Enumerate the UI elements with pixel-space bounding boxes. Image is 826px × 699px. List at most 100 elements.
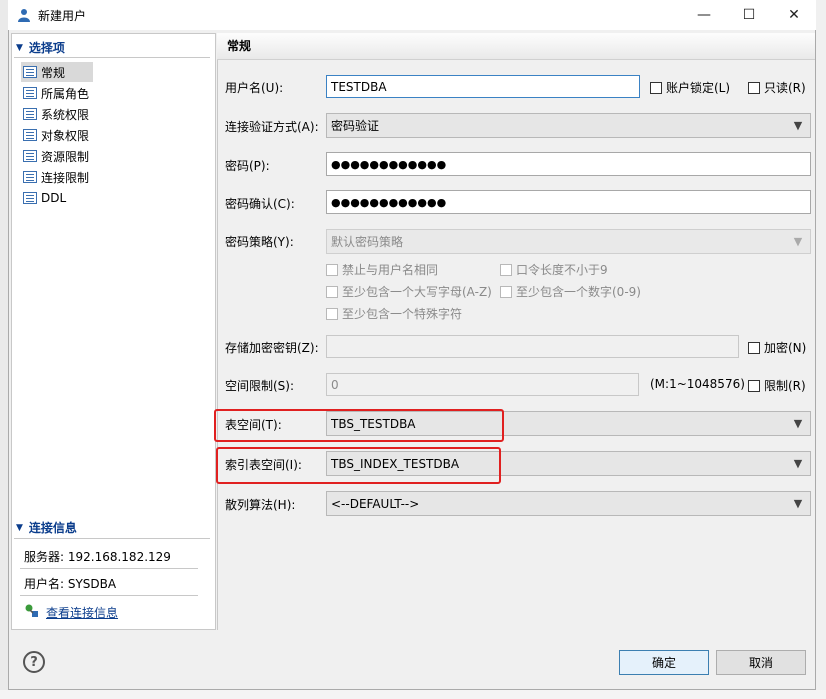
auth-method-value: 密码验证: [331, 119, 380, 133]
nav-item-label: 系统权限: [41, 107, 90, 122]
ok-button[interactable]: 确定: [619, 650, 709, 675]
collapse-arrow-icon: ▼: [16, 42, 23, 53]
space-limit-range: (M:1~1048576): [650, 377, 745, 391]
cancel-button[interactable]: 取消: [716, 650, 806, 675]
close-icon: ✕: [788, 7, 800, 23]
nav-item-label: 所属角色: [41, 86, 90, 101]
username-label: 用户名(U):: [225, 81, 284, 95]
chevron-down-icon: ▼: [793, 457, 803, 470]
limit-checkbox[interactable]: 限制(R): [748, 377, 806, 394]
policy-option-special-char[interactable]: 至少包含一个特殊字符: [326, 305, 462, 322]
help-icon: ?: [30, 654, 38, 670]
nav-item-connection-limits[interactable]: 连接限制: [21, 167, 93, 187]
selection-section-header[interactable]: ▼ 选择项: [16, 39, 65, 56]
nav-item-resource-limits[interactable]: 资源限制: [21, 146, 93, 166]
connection-section-label: 连接信息: [28, 521, 77, 535]
highlight-box-index-tablespace: [216, 447, 501, 484]
checkbox-box: [748, 81, 760, 94]
policy-option-label: 至少包含一个特殊字符: [342, 307, 463, 321]
hash-algorithm-label: 散列算法(H):: [225, 498, 296, 512]
policy-option-label: 禁止与用户名相同: [342, 263, 439, 277]
password-value: ●●●●●●●●●●●●: [331, 157, 447, 171]
connection-info-icon: [24, 603, 40, 622]
hash-algorithm-select[interactable]: <--DEFAULT--> ▼: [326, 491, 811, 516]
chevron-down-icon: ▼: [793, 235, 803, 248]
password-label: 密码(P):: [225, 159, 270, 173]
connection-section-divider: [14, 538, 210, 539]
checkbox-box: [650, 81, 662, 94]
nav-item-ddl[interactable]: DDL: [21, 188, 93, 208]
list-icon: [23, 171, 37, 183]
ok-label: 确定: [651, 656, 676, 670]
server-info: 服务器: 192.168.182.129: [24, 550, 171, 564]
checkbox-box: [500, 263, 512, 276]
checkbox-box: [326, 307, 338, 320]
nav-item-general[interactable]: 常规: [21, 62, 93, 82]
hash-algorithm-value: <--DEFAULT-->: [331, 496, 420, 511]
checkbox-box: [500, 285, 512, 298]
checkbox-box: [748, 379, 760, 392]
password-policy-value: 默认密码策略: [331, 235, 404, 249]
auth-method-select[interactable]: 密码验证 ▼: [326, 113, 811, 138]
selection-section-label: 选择项: [28, 41, 65, 55]
minimize-icon: —: [697, 7, 711, 23]
highlight-box-tablespace: [214, 409, 504, 442]
password-confirm-label: 密码确认(C):: [225, 197, 295, 211]
nav-item-roles[interactable]: 所属角色: [21, 83, 93, 103]
user-icon: [17, 8, 31, 22]
password-policy-label: 密码策略(Y):: [225, 235, 294, 249]
maximize-button[interactable]: ☐: [726, 0, 772, 30]
password-confirm-input[interactable]: ●●●●●●●●●●●●: [326, 190, 811, 214]
background-strip: [0, 0, 8, 699]
password-policy-select[interactable]: 默认密码策略 ▼: [326, 229, 811, 254]
title-bar: 新建用户 — ☐ ✕: [8, 0, 816, 30]
readonly-checkbox[interactable]: 只读(R): [748, 79, 806, 96]
username-value: TESTDBA: [331, 79, 387, 94]
policy-option-digit[interactable]: 至少包含一个数字(0-9): [500, 283, 641, 300]
chevron-down-icon: ▼: [793, 417, 803, 430]
nav-item-label: DDL: [41, 191, 67, 205]
minimize-button[interactable]: —: [681, 0, 727, 30]
space-limit-label: 空间限制(S):: [225, 379, 295, 393]
checkbox-box: [748, 341, 760, 354]
connection-section-header[interactable]: ▼ 连接信息: [16, 519, 77, 536]
user-info: 用户名: SYSDBA: [24, 577, 117, 591]
window-title: 新建用户: [38, 9, 87, 23]
view-connection-label: 查看连接信息: [46, 606, 119, 620]
user-divider: [20, 595, 198, 596]
help-button[interactable]: ?: [23, 651, 45, 673]
close-button[interactable]: ✕: [771, 0, 817, 30]
list-icon: [23, 129, 37, 141]
encrypt-checkbox[interactable]: 加密(N): [748, 339, 806, 356]
chevron-down-icon: ▼: [793, 497, 803, 510]
nav-item-object-privileges[interactable]: 对象权限: [21, 125, 93, 145]
nav-item-system-privileges[interactable]: 系统权限: [21, 104, 93, 124]
policy-option-label: 口令长度不小于9: [516, 263, 608, 277]
policy-option-label: 至少包含一个大写字母(A-Z): [342, 285, 492, 299]
maximize-icon: ☐: [742, 7, 756, 23]
account-lock-checkbox[interactable]: 账户锁定(L): [650, 79, 730, 96]
list-icon: [23, 66, 37, 78]
server-divider: [20, 568, 198, 569]
policy-option-no-username[interactable]: 禁止与用户名相同: [326, 261, 438, 278]
list-icon: [23, 150, 37, 162]
chevron-down-icon: ▼: [793, 119, 803, 132]
storage-key-label: 存储加密密钥(Z):: [225, 341, 319, 355]
password-confirm-value: ●●●●●●●●●●●●: [331, 195, 447, 209]
policy-option-uppercase[interactable]: 至少包含一个大写字母(A-Z): [326, 283, 492, 300]
list-icon: [23, 192, 37, 204]
view-connection-link[interactable]: 查看连接信息: [24, 603, 118, 622]
username-input[interactable]: TESTDBA: [326, 75, 640, 98]
readonly-label: 只读(R): [764, 81, 806, 95]
space-limit-input[interactable]: 0: [326, 373, 639, 396]
list-icon: [23, 87, 37, 99]
storage-key-input[interactable]: [326, 335, 739, 358]
account-lock-label: 账户锁定(L): [666, 81, 731, 95]
policy-option-min-length[interactable]: 口令长度不小于9: [500, 261, 608, 278]
checkbox-box: [326, 263, 338, 276]
list-icon: [23, 108, 37, 120]
policy-option-label: 至少包含一个数字(0-9): [516, 285, 641, 299]
collapse-arrow-icon: ▼: [16, 522, 23, 533]
selection-section-divider: [14, 57, 210, 58]
password-input[interactable]: ●●●●●●●●●●●●: [326, 152, 811, 176]
